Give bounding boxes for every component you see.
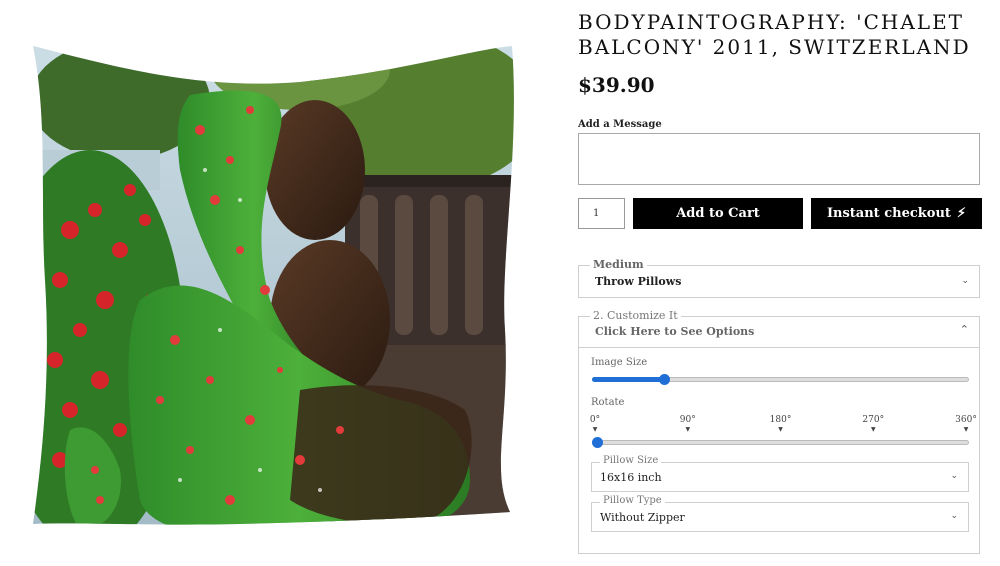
rotate-tick-label: 360° — [955, 415, 977, 425]
pillow-image — [33, 46, 514, 525]
medium-selected: Throw Pillows — [595, 275, 682, 288]
rotate-tick-mark: ▼ — [592, 426, 598, 433]
add-to-cart-label: Add to Cart — [676, 206, 760, 221]
rotate-track[interactable] — [592, 440, 969, 445]
rotate-tick-label: 180° — [769, 415, 792, 425]
medium-select[interactable]: Medium Throw Pillows ⌄ — [578, 258, 980, 298]
rotate-tick-label: 0° — [589, 415, 601, 425]
chevron-down-icon: ⌄ — [961, 276, 969, 286]
rotate-tick-label: 270° — [862, 415, 885, 425]
chevron-up-icon: ⌃ — [959, 323, 969, 336]
pillow-size-selected: 16x16 inch — [600, 471, 662, 484]
rotate-tick-mark: ▼ — [963, 426, 969, 433]
rotate-tick-label: 90° — [679, 415, 696, 425]
product-title: BODYPAINTOGRAPHY: 'CHALET BALCONY' 2011,… — [578, 10, 971, 59]
rotate-tick-mark: ▼ — [685, 426, 691, 433]
image-size-fill — [592, 377, 664, 382]
product-price: $39.90 — [578, 73, 655, 97]
rotate-slider-thumb[interactable] — [592, 437, 603, 448]
image-size-label: Image Size — [591, 357, 648, 368]
customize-toggle[interactable]: Click Here to See Options ⌃ — [579, 317, 979, 348]
chevron-down-icon: ⌄ — [950, 471, 958, 481]
medium-legend: Medium — [590, 258, 647, 271]
instant-checkout-button[interactable]: Instant checkout ⚡︎ — [811, 198, 982, 229]
rotate-tick-mark: ▼ — [778, 426, 783, 433]
quantity-input[interactable] — [578, 198, 625, 229]
image-size-slider-thumb[interactable] — [658, 374, 670, 385]
message-label: Add a Message — [578, 119, 662, 130]
chevron-down-icon: ⌄ — [950, 511, 958, 521]
pillow-type-selected: Without Zipper — [600, 511, 685, 524]
customize-toggle-text: Click Here to See Options — [595, 325, 755, 338]
pillow-size-legend: Pillow Size — [600, 455, 662, 466]
rotate-label: Rotate — [591, 397, 625, 408]
customize-panel: 2. Customize It Click Here to See Option… — [578, 309, 980, 554]
instant-checkout-label: Instant checkout — [826, 206, 951, 221]
message-textarea[interactable] — [578, 133, 980, 185]
pillow-size-select[interactable]: Pillow Size 16x16 inch ⌄ — [591, 455, 969, 492]
pillow-type-legend: Pillow Type — [600, 495, 665, 506]
rotate-tick-mark: ▼ — [870, 426, 876, 433]
add-to-cart-button[interactable]: Add to Cart — [633, 198, 803, 229]
pillow-type-select[interactable]: Pillow Type Without Zipper ⌄ — [591, 495, 969, 532]
lightning-bolt-icon: ⚡︎ — [956, 206, 967, 221]
product-image[interactable] — [0, 0, 560, 566]
